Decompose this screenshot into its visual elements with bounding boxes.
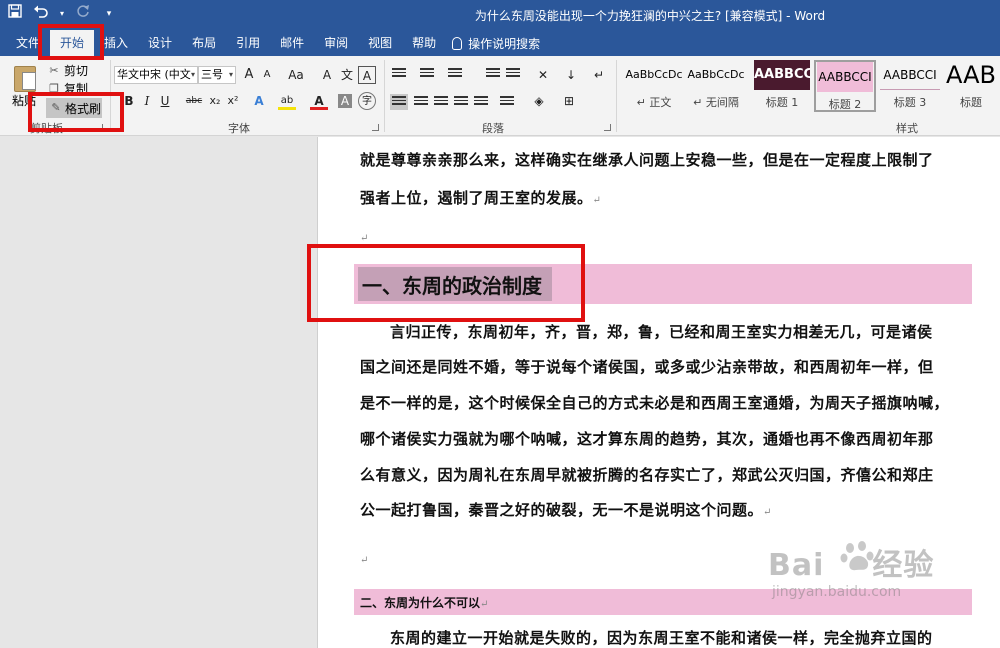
char-border-button[interactable]: A — [358, 66, 376, 84]
sort-icon[interactable]: ↓ — [562, 66, 580, 84]
paragraph-mark: ↵ — [360, 233, 369, 244]
show-marks-icon[interactable]: ↵ — [590, 66, 608, 84]
multilevel-list-icon[interactable] — [448, 68, 462, 80]
tab-review[interactable]: 审阅 — [314, 30, 358, 56]
font-launcher-icon[interactable] — [372, 124, 379, 131]
shading-bucket-icon[interactable]: ◈ — [530, 92, 548, 110]
watermark: Bai 经验 jingyan.baidu.com — [768, 548, 935, 600]
scissors-icon: ✂ — [49, 63, 59, 77]
lightbulb-icon — [452, 36, 463, 50]
tab-view[interactable]: 视图 — [358, 30, 402, 56]
align-center-icon[interactable] — [414, 96, 428, 108]
paragraph-launcher-icon[interactable] — [604, 124, 611, 131]
char-shading-button[interactable]: A — [338, 94, 352, 108]
annotation-box-format-painter — [28, 92, 124, 132]
align-right-icon[interactable] — [434, 96, 448, 108]
style-no-spacing[interactable]: AaBbCcDc ↵ 无间隔 — [686, 60, 746, 112]
styles-gallery: AaBbCcDc ↵ 正文 AaBbCcDc ↵ 无间隔 AABBCC 标题 1… — [622, 60, 1000, 116]
underline-button[interactable]: U — [156, 92, 174, 110]
asian-layout-icon[interactable]: ✕ — [534, 66, 552, 84]
decrease-indent-icon[interactable] — [486, 68, 500, 80]
ribbon: 粘贴 ✂ 剪切 ❐ 复制 剪贴板 华文中宋 (中文 ▾ 三号 ▾ A A Aa A … — [0, 56, 1000, 136]
clear-format-button[interactable]: A — [318, 66, 336, 84]
tab-help[interactable]: 帮助 — [402, 30, 446, 56]
italic-button[interactable]: I — [138, 92, 156, 110]
borders-icon[interactable]: ⊞ — [560, 92, 578, 110]
tell-me-search[interactable]: 操作说明搜索 — [452, 35, 540, 52]
annotation-box-heading — [307, 244, 585, 322]
cut-label: 剪切 — [64, 64, 89, 78]
style-heading-1[interactable]: AABBCC 标题 1 — [752, 60, 812, 112]
tab-mailings[interactable]: 邮件 — [270, 30, 314, 56]
body-line: 公一起打鲁国，秦晋之好的破裂，无一不是说明这个问题。↵ — [360, 501, 772, 519]
style-heading-2[interactable]: AABBCCI 标题 2 — [814, 60, 876, 112]
text-effects-button[interactable]: A — [250, 92, 268, 110]
paste-button[interactable] — [14, 62, 38, 92]
strikethrough-button[interactable]: abc — [184, 92, 204, 110]
title-bar: ▾ ▾ 为什么东周没能出现一个力挽狂澜的中兴之主? [兼容模式] - Word — [0, 0, 1000, 30]
justify-icon[interactable] — [454, 96, 468, 108]
superscript-button[interactable]: x² — [224, 92, 242, 110]
shrink-font-button[interactable]: A — [258, 66, 276, 84]
annotation-box-home-tab — [38, 24, 104, 60]
tab-layout[interactable]: 布局 — [182, 30, 226, 56]
font-group-label: 字体 — [228, 122, 250, 135]
font-size-select[interactable]: 三号 ▾ — [198, 66, 236, 84]
paragraph-group-label: 段落 — [482, 122, 504, 135]
style-title[interactable]: AAB 标题 — [942, 60, 1000, 112]
cut-button[interactable]: ✂ 剪切 — [48, 62, 88, 79]
chevron-down-icon: ▾ — [190, 70, 195, 79]
highlight-button[interactable]: ab — [278, 92, 296, 110]
body-line: 国之间还是同姓不婚，等于说每个诸侯国，或多或少沾亲带故，和西周初年一样，但 — [360, 358, 934, 376]
style-heading-3[interactable]: AABBCCI 标题 3 — [880, 60, 940, 112]
body-line: 东周的建立一开始就是失败的，因为东周王室不能和诸侯一样，完全抛弃立国的 — [390, 629, 933, 647]
font-color-button[interactable]: A — [310, 92, 328, 110]
bullets-icon[interactable] — [392, 68, 406, 80]
ribbon-tabs: 文件 开始 插入 设计 布局 引用 邮件 审阅 视图 帮助 操作说明搜索 — [0, 30, 1000, 56]
body-line: 言归正传，东周初年，齐，晋，郑，鲁，已经和周王室实力相差无几，可是诸侯 — [390, 323, 933, 341]
distributed-icon[interactable] — [474, 96, 488, 108]
line-spacing-icon[interactable] — [500, 96, 514, 108]
body-line: 么有意义，因为周礼在东周早就被折腾的名存实亡了，郑武公灭归国，齐僖公和郑庄 — [360, 466, 934, 484]
window-title: 为什么东周没能出现一个力挽狂澜的中兴之主? [兼容模式] - Word — [474, 9, 826, 23]
align-left-icon[interactable] — [390, 94, 408, 110]
body-line: 是不一样的是，这个时候保全自己的方式未必是和西周王室通婚，为周天子摇旗呐喊， — [360, 394, 950, 412]
phonetic-guide-button[interactable]: 文 — [338, 66, 356, 84]
styles-group-label: 样式 — [896, 122, 918, 135]
tell-me-label: 操作说明搜索 — [468, 36, 541, 51]
body-line: 强者上位，遏制了周王室的发展。↵ — [360, 189, 602, 207]
body-line: 就是尊尊亲亲那么来，这样确实在继承人问题上安稳一些，但是在一定程度上限制了 — [360, 151, 934, 169]
body-line: 哪个诸侯实力强就为哪个呐喊，这才算东周的趋势，其次，通婚也再不像西周初年那 — [360, 430, 934, 448]
increase-indent-icon[interactable] — [506, 68, 520, 80]
chevron-down-icon: ▾ — [228, 70, 233, 79]
font-family-select[interactable]: 华文中宋 (中文 ▾ — [114, 66, 198, 84]
change-case-button[interactable]: Aa — [284, 66, 308, 84]
style-normal[interactable]: AaBbCcDc ↵ 正文 — [624, 60, 684, 112]
heading-2[interactable]: 二、东周为什么不可以↵ — [360, 594, 488, 611]
numbering-icon[interactable] — [420, 68, 434, 80]
grow-font-button[interactable]: A — [240, 66, 258, 84]
enclose-char-button[interactable]: 字 — [358, 92, 376, 110]
tab-design[interactable]: 设计 — [138, 30, 182, 56]
subscript-button[interactable]: x₂ — [206, 92, 224, 110]
tab-references[interactable]: 引用 — [226, 30, 270, 56]
